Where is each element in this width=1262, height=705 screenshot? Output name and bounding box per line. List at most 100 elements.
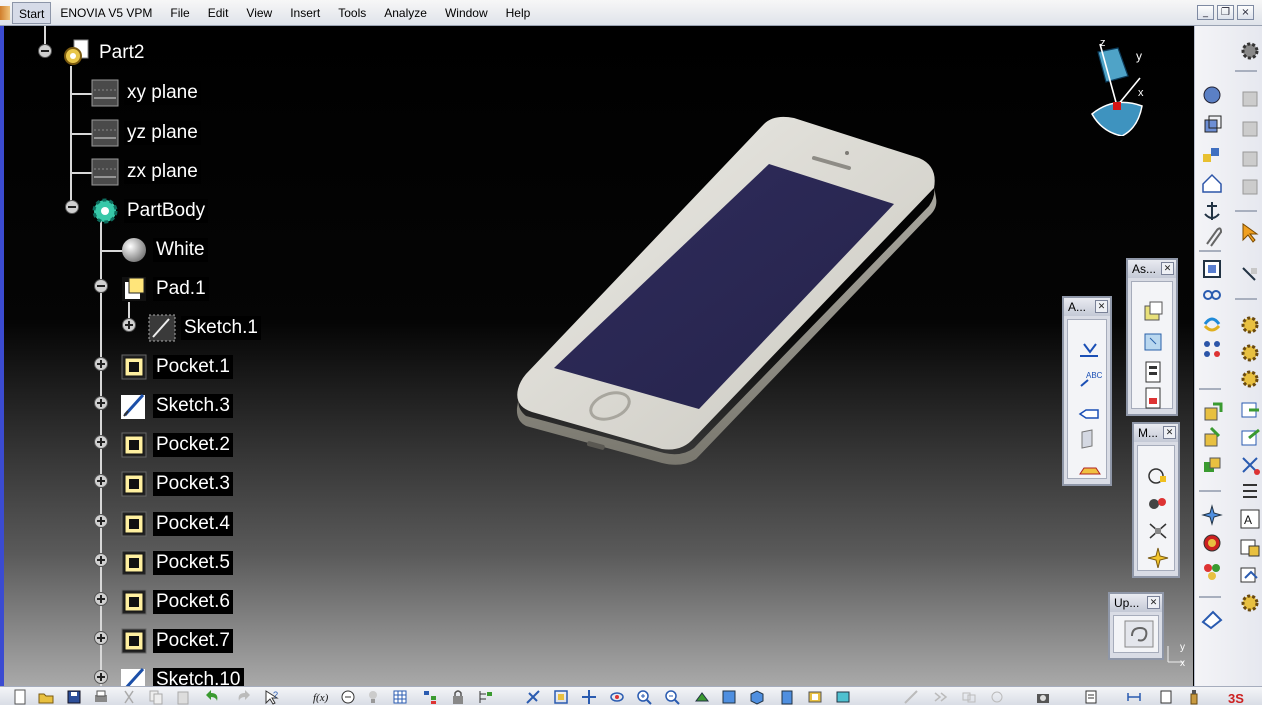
sparkle-icon[interactable] xyxy=(1201,504,1223,526)
save-icon[interactable] xyxy=(66,689,82,705)
close-button[interactable]: × xyxy=(1237,5,1254,20)
toolbar-title[interactable]: Up... ✕ xyxy=(1110,594,1162,612)
insert-body-icon[interactable] xyxy=(1201,426,1223,448)
export-icon[interactable] xyxy=(1239,398,1261,420)
iso-view-icon[interactable] xyxy=(749,689,765,705)
help-icon[interactable]: ? xyxy=(264,689,280,705)
paste-icon[interactable] xyxy=(175,689,191,705)
menu-tools[interactable]: Tools xyxy=(329,2,375,24)
new-component-icon[interactable] xyxy=(1142,300,1166,324)
house-icon[interactable] xyxy=(1201,172,1223,194)
menu-enovia[interactable]: ENOVIA V5 VPM xyxy=(51,2,161,24)
frame-icon[interactable] xyxy=(1201,258,1223,280)
tree-item-pad1[interactable]: Pad.1 xyxy=(119,274,209,304)
tree-item-material[interactable]: White xyxy=(119,235,208,265)
pan-icon[interactable] xyxy=(581,689,597,705)
boolean-icon[interactable] xyxy=(1201,454,1223,476)
copy-icon[interactable] xyxy=(148,689,164,705)
link-disabled-icon[interactable] xyxy=(961,689,977,705)
cut-icon[interactable] xyxy=(1239,454,1261,476)
cursor-icon[interactable] xyxy=(1239,222,1261,244)
tree-item-pocket7[interactable]: Pocket.7 xyxy=(119,626,233,656)
menu-view[interactable]: View xyxy=(237,2,281,24)
annotation-plane-icon[interactable] xyxy=(1078,456,1102,478)
gear-icon[interactable] xyxy=(1239,342,1261,364)
expand-icon[interactable] xyxy=(93,552,109,568)
measure-inertia-icon[interactable] xyxy=(1146,520,1170,542)
measure-tool-icon[interactable] xyxy=(1126,689,1142,705)
measure-item-icon[interactable] xyxy=(1146,492,1170,514)
tree-item-pocket2[interactable]: Pocket.2 xyxy=(119,430,233,460)
flag-note-icon[interactable] xyxy=(1078,398,1102,420)
tree-item-pocket3[interactable]: Pocket.3 xyxy=(119,469,233,499)
menu-file[interactable]: File xyxy=(161,2,198,24)
pad-tool-icon[interactable] xyxy=(1201,84,1223,106)
gear-icon[interactable] xyxy=(1239,592,1261,614)
rotate-view-icon[interactable] xyxy=(609,689,625,705)
close-icon[interactable]: ✕ xyxy=(1147,596,1160,609)
update-toolbar[interactable]: Up... ✕ xyxy=(1108,592,1164,660)
close-icon[interactable]: ✕ xyxy=(1163,426,1176,439)
lock-icon[interactable] xyxy=(450,689,466,705)
menu-analyze[interactable]: Analyze xyxy=(375,2,436,24)
close-icon[interactable]: ✕ xyxy=(1095,300,1108,313)
hide-show-icon[interactable] xyxy=(807,689,823,705)
tree-view-icon[interactable] xyxy=(422,689,438,705)
annotations-toolbar[interactable]: A... ✕ ABC xyxy=(1062,296,1112,486)
tree-item-partbody[interactable]: PartBody xyxy=(90,196,209,226)
tree-item-pocket4[interactable]: Pocket.4 xyxy=(119,509,233,539)
expand-icon[interactable] xyxy=(121,317,137,333)
menu-start[interactable]: Start xyxy=(12,2,52,24)
zoom-out-icon[interactable] xyxy=(664,689,680,705)
tree-item-sketch1[interactable]: Sketch.1 xyxy=(147,313,261,343)
datum-icon[interactable] xyxy=(1078,338,1102,360)
redo-icon[interactable] xyxy=(235,689,251,705)
grey-tool-icon[interactable] xyxy=(1239,148,1261,170)
gear-icon[interactable] xyxy=(1239,368,1261,390)
menu-insert[interactable]: Insert xyxy=(281,2,329,24)
text-frame-icon[interactable]: A xyxy=(1239,508,1261,530)
pattern-icon[interactable] xyxy=(1201,338,1223,360)
expand-icon[interactable] xyxy=(93,434,109,450)
expand-icon[interactable] xyxy=(93,669,109,685)
restore-button[interactable]: ❐ xyxy=(1217,5,1234,20)
tree-item-part2[interactable]: Part2 xyxy=(62,38,148,68)
anchor-icon[interactable] xyxy=(1201,200,1223,222)
grey-tool-icon[interactable] xyxy=(1239,88,1261,110)
expand-icon[interactable] xyxy=(93,356,109,372)
document-icon[interactable] xyxy=(1158,689,1174,705)
measure-between-icon[interactable] xyxy=(1146,464,1170,486)
menu-window[interactable]: Window xyxy=(436,2,497,24)
swap-space-icon[interactable] xyxy=(835,689,851,705)
view-icon[interactable] xyxy=(1078,428,1102,450)
text-annotation-icon[interactable]: ABC xyxy=(1078,368,1102,390)
tree-item-yz-plane[interactable]: yz plane xyxy=(90,118,201,148)
blocks-icon[interactable] xyxy=(1201,144,1223,166)
export-icon[interactable] xyxy=(1239,426,1261,448)
paperclip-icon[interactable] xyxy=(1201,226,1223,248)
sparkle-icon[interactable] xyxy=(1146,546,1170,568)
arrows-disabled-icon[interactable] xyxy=(933,689,949,705)
3d-viewport[interactable]: Part2 xy plane yz plane zx plane PartBod… xyxy=(4,26,1193,686)
cube-icon[interactable] xyxy=(1201,114,1223,136)
cut-icon[interactable] xyxy=(121,689,137,705)
normal-view-icon[interactable] xyxy=(694,689,710,705)
minimize-button[interactable]: _ xyxy=(1197,5,1214,20)
tree-item-pocket5[interactable]: Pocket.5 xyxy=(119,548,233,578)
table-icon[interactable] xyxy=(1239,536,1261,558)
formula-icon[interactable]: f(x) xyxy=(312,689,328,705)
shading-icon[interactable] xyxy=(779,689,795,705)
camera-icon[interactable] xyxy=(1035,689,1051,705)
knowledge-icon[interactable] xyxy=(340,689,356,705)
expand-icon[interactable] xyxy=(93,395,109,411)
collapse-icon[interactable] xyxy=(37,43,53,59)
light-bulb-icon[interactable] xyxy=(365,689,381,705)
measure-disabled-icon[interactable] xyxy=(903,689,919,705)
tree-item-pocket1[interactable]: Pocket.1 xyxy=(119,352,233,382)
expand-icon[interactable] xyxy=(93,513,109,529)
select-tool-icon[interactable] xyxy=(1239,264,1261,286)
zoom-in-icon[interactable] xyxy=(636,689,652,705)
fly-mode-icon[interactable] xyxy=(525,689,541,705)
assembly-toolbar[interactable]: As... ✕ xyxy=(1126,258,1178,416)
close-icon[interactable]: ✕ xyxy=(1161,262,1174,275)
